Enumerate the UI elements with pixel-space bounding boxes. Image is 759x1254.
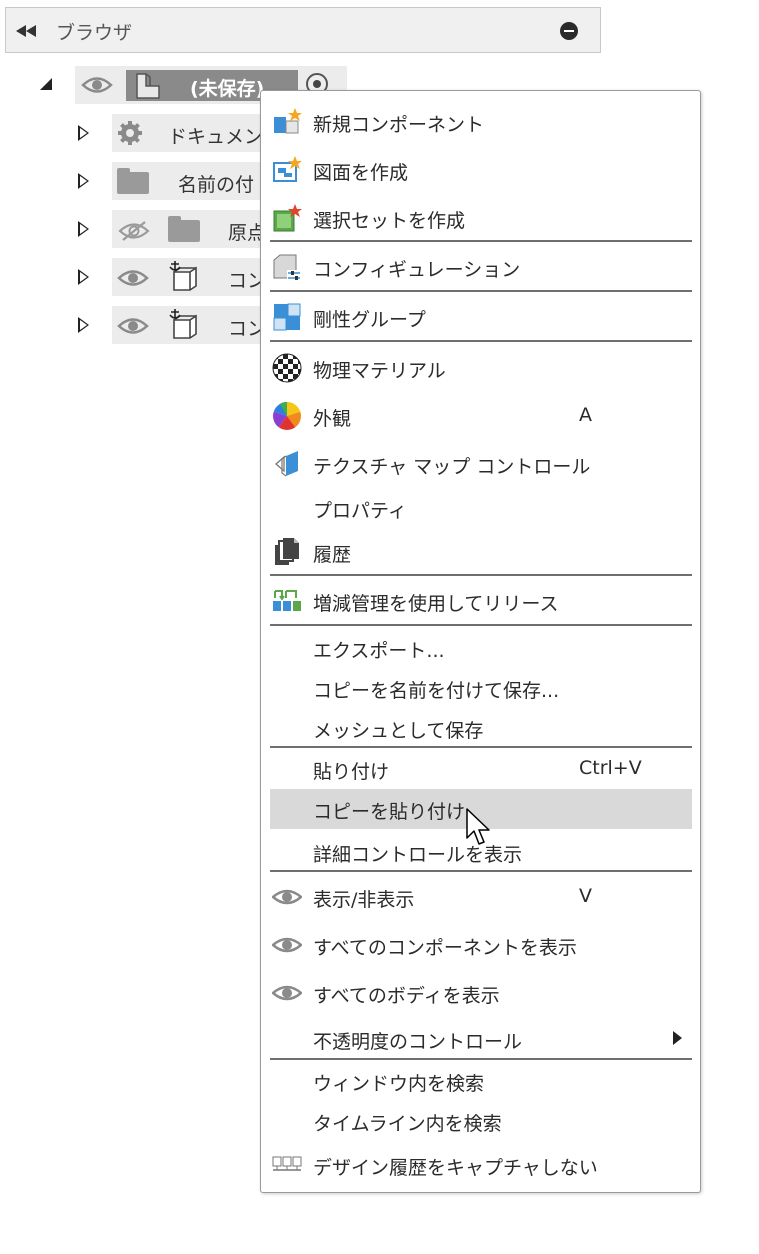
menu-item-configuration[interactable]: コンフィギュレーション — [270, 247, 692, 287]
eye-icon[interactable] — [117, 315, 149, 337]
expand-toggle[interactable] — [78, 269, 89, 285]
menu-item-label: すべてのコンポーネントを表示 — [313, 937, 577, 959]
minimize-panel-icon[interactable] — [560, 22, 578, 40]
physical-material-icon — [272, 353, 302, 383]
anchored-component-icon — [169, 261, 197, 291]
menu-item-properties[interactable]: プロパティ — [270, 488, 692, 528]
menu-item-find-in-timeline[interactable]: タイムライン内を検索 — [270, 1101, 692, 1141]
menu-item-rigid-group[interactable]: 剛性グループ — [270, 297, 692, 337]
history-icon — [275, 538, 299, 565]
menu-item-texture-map-control[interactable]: テクスチャ マップ コントロール — [270, 444, 692, 484]
menu-item-label: プロパティ — [313, 500, 407, 522]
capture-history-icon — [272, 1156, 302, 1171]
menu-item-label: 物理マテリアル — [313, 360, 446, 382]
menu-separator — [270, 290, 692, 292]
eye-icon[interactable] — [117, 267, 149, 289]
menu-item-shortcut: Ctrl+V — [579, 757, 642, 779]
menu-item-physical-material[interactable]: 物理マテリアル — [270, 348, 692, 388]
eye-icon — [272, 937, 302, 953]
menu-item-label: エクスポート... — [313, 640, 445, 662]
menu-item-label: 選択セットを作成 — [313, 210, 466, 232]
eye-icon[interactable] — [81, 74, 113, 96]
menu-item-label: コンフィギュレーション — [313, 259, 521, 281]
menu-separator — [270, 340, 692, 342]
menu-item-opacity-control[interactable]: 不透明度のコントロール — [270, 1019, 692, 1059]
expand-toggle[interactable] — [78, 125, 89, 141]
menu-item-appearance[interactable]: 外観 A — [270, 396, 692, 436]
menu-separator — [270, 574, 692, 576]
menu-item-label: 剛性グループ — [313, 309, 426, 331]
folder-icon — [168, 216, 200, 242]
menu-item-new-component[interactable]: 新規コンポーネント — [270, 102, 692, 142]
menu-item-label: 不透明度のコントロール — [313, 1031, 523, 1053]
submenu-arrow-icon — [673, 1031, 682, 1045]
context-menu: 新規コンポーネント 図面を作成 選択セットを作成 コンフィギュレーション 剛性グ… — [260, 90, 701, 1193]
menu-item-history[interactable]: 履歴 — [270, 532, 692, 572]
menu-item-shortcut: A — [579, 404, 592, 426]
configuration-icon — [273, 254, 301, 281]
release-icon — [273, 590, 301, 611]
expand-toggle[interactable] — [78, 317, 89, 333]
menu-item-export[interactable]: エクスポート... — [270, 628, 692, 668]
tree-item-label: 名前の付 — [178, 174, 255, 196]
component-icon — [136, 73, 160, 99]
menu-item-label: タイムライン内を検索 — [313, 1113, 502, 1135]
menu-item-label: 表示/非表示 — [313, 889, 415, 911]
menu-item-label: 図面を作成 — [313, 162, 409, 184]
menu-item-label: 履歴 — [313, 544, 352, 566]
root-component-label[interactable]: (未保存) — [190, 74, 264, 101]
menu-item-release-with-change-management[interactable]: 増減管理を使用してリリース — [270, 581, 692, 621]
menu-item-do-not-capture-design-history[interactable]: デザイン履歴をキャプチャしない — [270, 1145, 692, 1185]
menu-item-label: すべてのボディを表示 — [313, 985, 500, 1007]
menu-item-show-hide[interactable]: 表示/非表示 V — [270, 877, 692, 917]
menu-item-label: 新規コンポーネント — [313, 114, 485, 136]
menu-item-save-copy-as[interactable]: コピーを名前を付けて保存... — [270, 668, 692, 708]
create-drawing-icon — [273, 156, 302, 182]
menu-separator — [270, 1058, 692, 1060]
menu-item-label: テクスチャ マップ コントロール — [313, 456, 591, 478]
menu-item-label: コピーを名前を付けて保存... — [313, 680, 560, 702]
expand-toggle[interactable] — [78, 173, 89, 189]
menu-item-label: デザイン履歴をキャプチャしない — [313, 1157, 598, 1179]
menu-item-save-as-mesh[interactable]: メッシュとして保存 — [270, 708, 692, 748]
menu-item-show-all-components[interactable]: すべてのコンポーネントを表示 — [270, 925, 692, 965]
menu-item-create-drawing[interactable]: 図面を作成 — [270, 150, 692, 190]
expand-toggle[interactable] — [78, 221, 89, 237]
folder-icon — [117, 168, 149, 194]
menu-item-shortcut: V — [579, 885, 592, 907]
menu-item-create-selection-set[interactable]: 選択セットを作成 — [270, 198, 692, 238]
menu-item-paste[interactable]: 貼り付け Ctrl+V — [270, 749, 692, 789]
menu-item-label: 増減管理を使用してリリース — [313, 593, 559, 615]
texture-map-icon — [275, 451, 298, 477]
browser-title: ブラウザ — [56, 22, 133, 44]
menu-item-find-in-window[interactable]: ウィンドウ内を検索 — [270, 1061, 692, 1101]
create-selection-set-icon — [273, 204, 302, 232]
menu-item-label: 貼り付け — [313, 761, 390, 783]
menu-item-show-all-bodies[interactable]: すべてのボディを表示 — [270, 973, 692, 1013]
eye-hidden-icon[interactable] — [117, 220, 151, 242]
eye-icon — [272, 889, 302, 905]
menu-item-label: コピーを貼り付け — [313, 801, 466, 823]
expand-root-toggle[interactable] — [40, 78, 52, 90]
anchored-component-icon — [169, 309, 197, 339]
browser-panel-header: ブラウザ — [5, 7, 601, 53]
menu-item-label: ウィンドウ内を検索 — [313, 1073, 485, 1095]
appearance-icon — [273, 402, 301, 430]
menu-item-label: メッシュとして保存 — [313, 720, 484, 742]
rigid-group-icon — [273, 303, 301, 331]
new-component-icon — [274, 108, 302, 134]
menu-separator — [270, 870, 692, 872]
menu-separator — [270, 240, 692, 242]
eye-icon — [272, 985, 302, 1001]
menu-separator — [270, 624, 692, 626]
mouse-cursor-icon — [466, 808, 490, 845]
menu-separator — [270, 746, 692, 748]
collapse-panel-icon[interactable] — [16, 23, 40, 39]
menu-item-label: 外観 — [313, 408, 352, 430]
gear-icon — [118, 121, 142, 145]
